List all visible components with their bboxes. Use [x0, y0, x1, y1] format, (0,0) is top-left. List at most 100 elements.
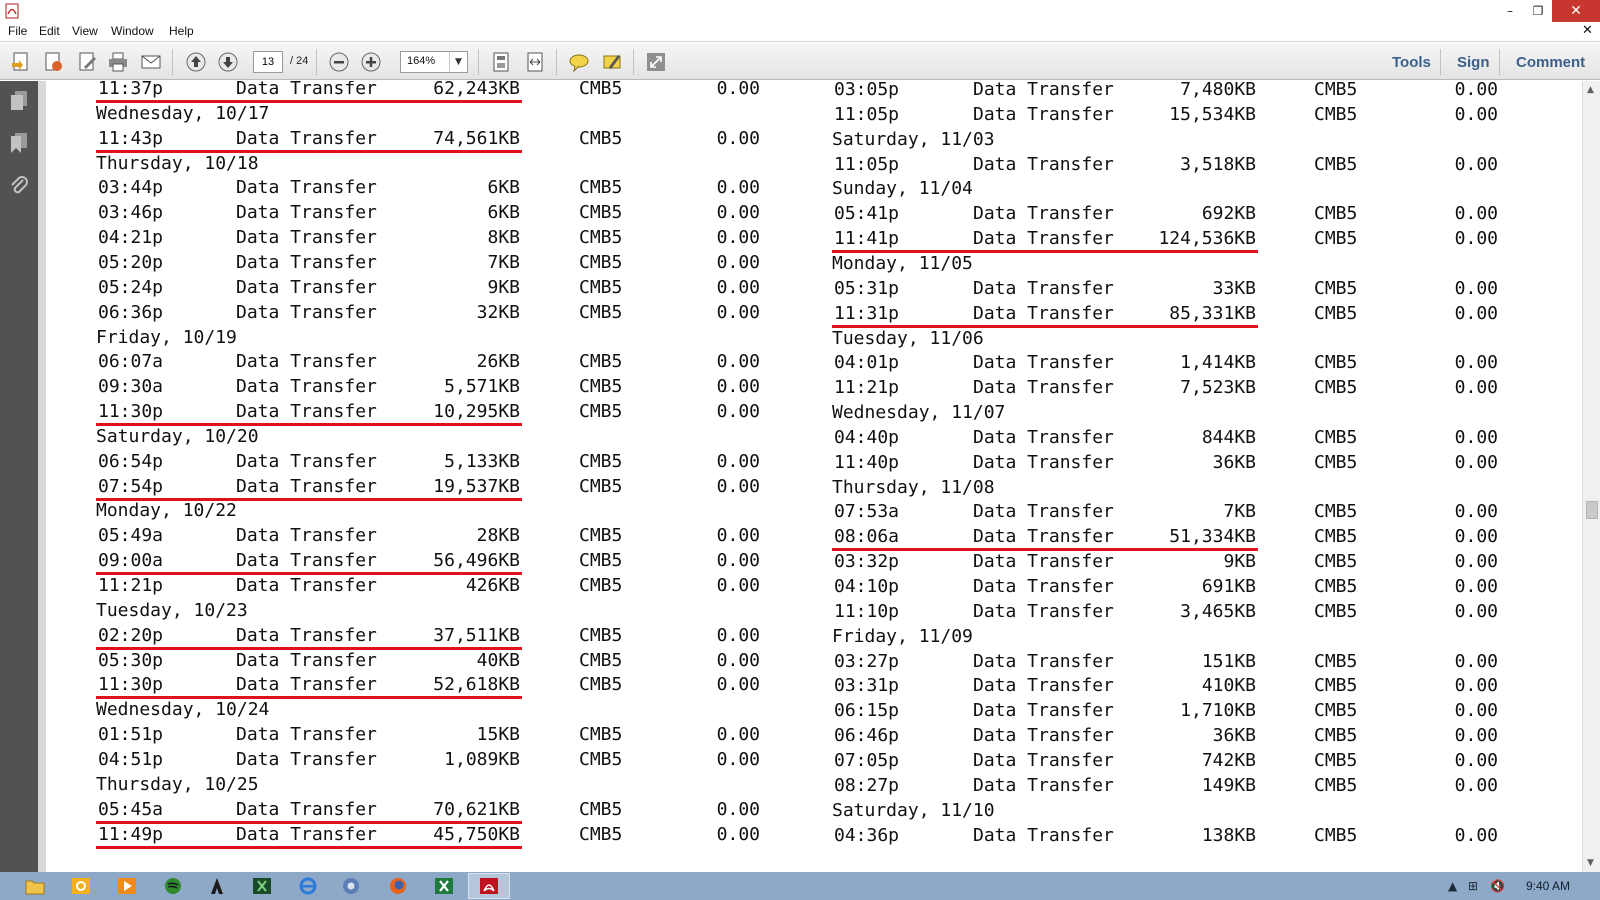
- row-amount: 0.00: [1454, 725, 1498, 747]
- row-time: 07:05p: [834, 749, 900, 771]
- row-size: 51,334KB: [1169, 526, 1256, 548]
- acrobat-icon[interactable]: [468, 873, 510, 899]
- outlook-icon[interactable]: [60, 873, 102, 899]
- row-description: Data Transfer: [973, 426, 1114, 448]
- vertical-scrollbar[interactable]: ▲ ▼: [1582, 81, 1600, 872]
- email-icon[interactable]: [138, 49, 164, 75]
- page-number-input[interactable]: 13: [253, 51, 283, 73]
- row-description: Data Transfer: [973, 103, 1114, 125]
- file-explorer-icon[interactable]: [14, 873, 56, 899]
- row-description: Data Transfer: [973, 749, 1114, 771]
- row-carrier: CMB5: [579, 475, 623, 497]
- zoom-in-icon[interactable]: [358, 49, 384, 75]
- row-time: 05:41p: [834, 203, 900, 225]
- sticky-note-icon[interactable]: [566, 49, 592, 75]
- excel-like-icon[interactable]: [241, 873, 283, 899]
- show-hidden-icons-icon[interactable]: ▲: [1448, 879, 1457, 893]
- combine-files-icon[interactable]: [40, 49, 66, 75]
- ledger-row: 11:21p Data Transfer 7,523KB CMB5 0.00: [46, 377, 1576, 402]
- row-amount: 0.00: [716, 127, 760, 149]
- row-size: 1,710KB: [1180, 700, 1256, 722]
- row-size: 124,536KB: [1158, 228, 1256, 250]
- fit-page-icon[interactable]: [488, 49, 514, 75]
- firefox-icon[interactable]: [377, 873, 419, 899]
- next-page-icon[interactable]: [215, 49, 241, 75]
- bookmarks-icon[interactable]: [7, 131, 31, 155]
- row-description: Data Transfer: [973, 774, 1114, 796]
- row-size: 742KB: [1201, 749, 1256, 771]
- edit-document-icon[interactable]: [74, 49, 100, 75]
- attachments-icon[interactable]: [7, 173, 31, 197]
- restore-button[interactable]: ❐: [1524, 0, 1552, 22]
- ledger-row: 03:44p Data Transfer 6KB CMB5 0.00: [46, 177, 1576, 202]
- row-size: 33KB: [1212, 277, 1256, 299]
- taskbar-clock[interactable]: 9:40 AM: [1526, 879, 1570, 893]
- menu-help[interactable]: Help: [169, 24, 194, 38]
- row-carrier: CMB5: [1314, 228, 1358, 250]
- row-amount: 0.00: [716, 401, 760, 423]
- row-size: 3,465KB: [1180, 600, 1256, 622]
- tools-button[interactable]: Tools: [1392, 54, 1431, 71]
- sign-button[interactable]: Sign: [1457, 54, 1490, 71]
- spotify-icon[interactable]: [152, 873, 194, 899]
- previous-page-icon[interactable]: [183, 49, 209, 75]
- minimize-button[interactable]: –: [1496, 0, 1524, 22]
- excel-icon[interactable]: [423, 873, 465, 899]
- menu-window[interactable]: Window: [111, 24, 154, 38]
- menu-view[interactable]: View: [72, 24, 98, 38]
- scroll-thumb[interactable]: [1586, 501, 1598, 519]
- page-total-label: / 24: [290, 55, 309, 67]
- row-carrier: CMB5: [579, 624, 623, 646]
- row-amount: 0.00: [1454, 103, 1498, 125]
- row-carrier: CMB5: [1314, 352, 1358, 374]
- row-description: Data Transfer: [236, 475, 377, 497]
- row-amount: 0.00: [1454, 824, 1498, 846]
- scroll-up-arrow-icon[interactable]: ▲: [1587, 85, 1594, 95]
- row-description: Data Transfer: [973, 501, 1114, 523]
- row-time: 05:45a: [98, 798, 164, 820]
- close-document-button[interactable]: ✕: [1582, 23, 1593, 38]
- menu-file[interactable]: File: [8, 24, 27, 38]
- fit-width-icon[interactable]: [522, 49, 548, 75]
- menu-edit[interactable]: Edit: [39, 24, 60, 38]
- row-description: Data Transfer: [236, 624, 377, 646]
- close-window-button[interactable]: ✕: [1552, 0, 1600, 22]
- row-description: Data Transfer: [973, 600, 1114, 622]
- zoom-out-icon[interactable]: [326, 49, 352, 75]
- page-thumbnails-icon[interactable]: [7, 89, 31, 113]
- row-description: Data Transfer: [973, 228, 1114, 250]
- app-icon[interactable]: [196, 873, 238, 899]
- chevron-down-icon[interactable]: ▼: [449, 52, 467, 72]
- ledger-row: 05:31p Data Transfer 33KB CMB5 0.00: [46, 278, 1576, 303]
- network-icon[interactable]: ⊞: [1468, 879, 1478, 893]
- volume-muted-icon[interactable]: 🔇: [1490, 879, 1505, 893]
- internet-explorer-icon[interactable]: [287, 873, 329, 899]
- row-amount: 0.00: [716, 177, 760, 199]
- toolbar-separator: [172, 49, 173, 75]
- row-time: 08:27p: [834, 774, 900, 796]
- toolbar-separator: [316, 49, 317, 75]
- create-pdf-icon[interactable]: [8, 49, 34, 75]
- row-size: 1,414KB: [1180, 352, 1256, 374]
- row-amount: 0.00: [1454, 203, 1498, 225]
- highlight-icon[interactable]: [599, 49, 625, 75]
- row-time: 08:06a: [834, 526, 900, 548]
- row-amount: 0.00: [1454, 551, 1498, 573]
- row-time: 04:01p: [834, 352, 900, 374]
- row-size: 7,480KB: [1180, 81, 1256, 100]
- scroll-down-arrow-icon[interactable]: ▼: [1587, 858, 1594, 868]
- row-size: 7KB: [1223, 501, 1256, 523]
- ledger-row: 07:05p Data Transfer 742KB CMB5 0.00: [46, 750, 1576, 775]
- full-screen-icon[interactable]: [643, 49, 669, 75]
- row-size: 85,331KB: [1169, 302, 1256, 324]
- row-carrier: CMB5: [1314, 774, 1358, 796]
- zoom-select[interactable]: 164% ▼: [400, 51, 468, 73]
- document-view[interactable]: 11:37p Data Transfer 62,243KB CMB5 0.00 Wedne…: [46, 81, 1582, 872]
- print-icon[interactable]: [105, 49, 131, 75]
- date-header: Tuesday, 11/06: [832, 327, 984, 349]
- row-description: Data Transfer: [973, 352, 1114, 374]
- media-player-icon[interactable]: [106, 873, 148, 899]
- zoom-value: 164%: [407, 55, 436, 67]
- comment-button[interactable]: Comment: [1516, 54, 1585, 71]
- chrome-like-icon[interactable]: [330, 873, 372, 899]
